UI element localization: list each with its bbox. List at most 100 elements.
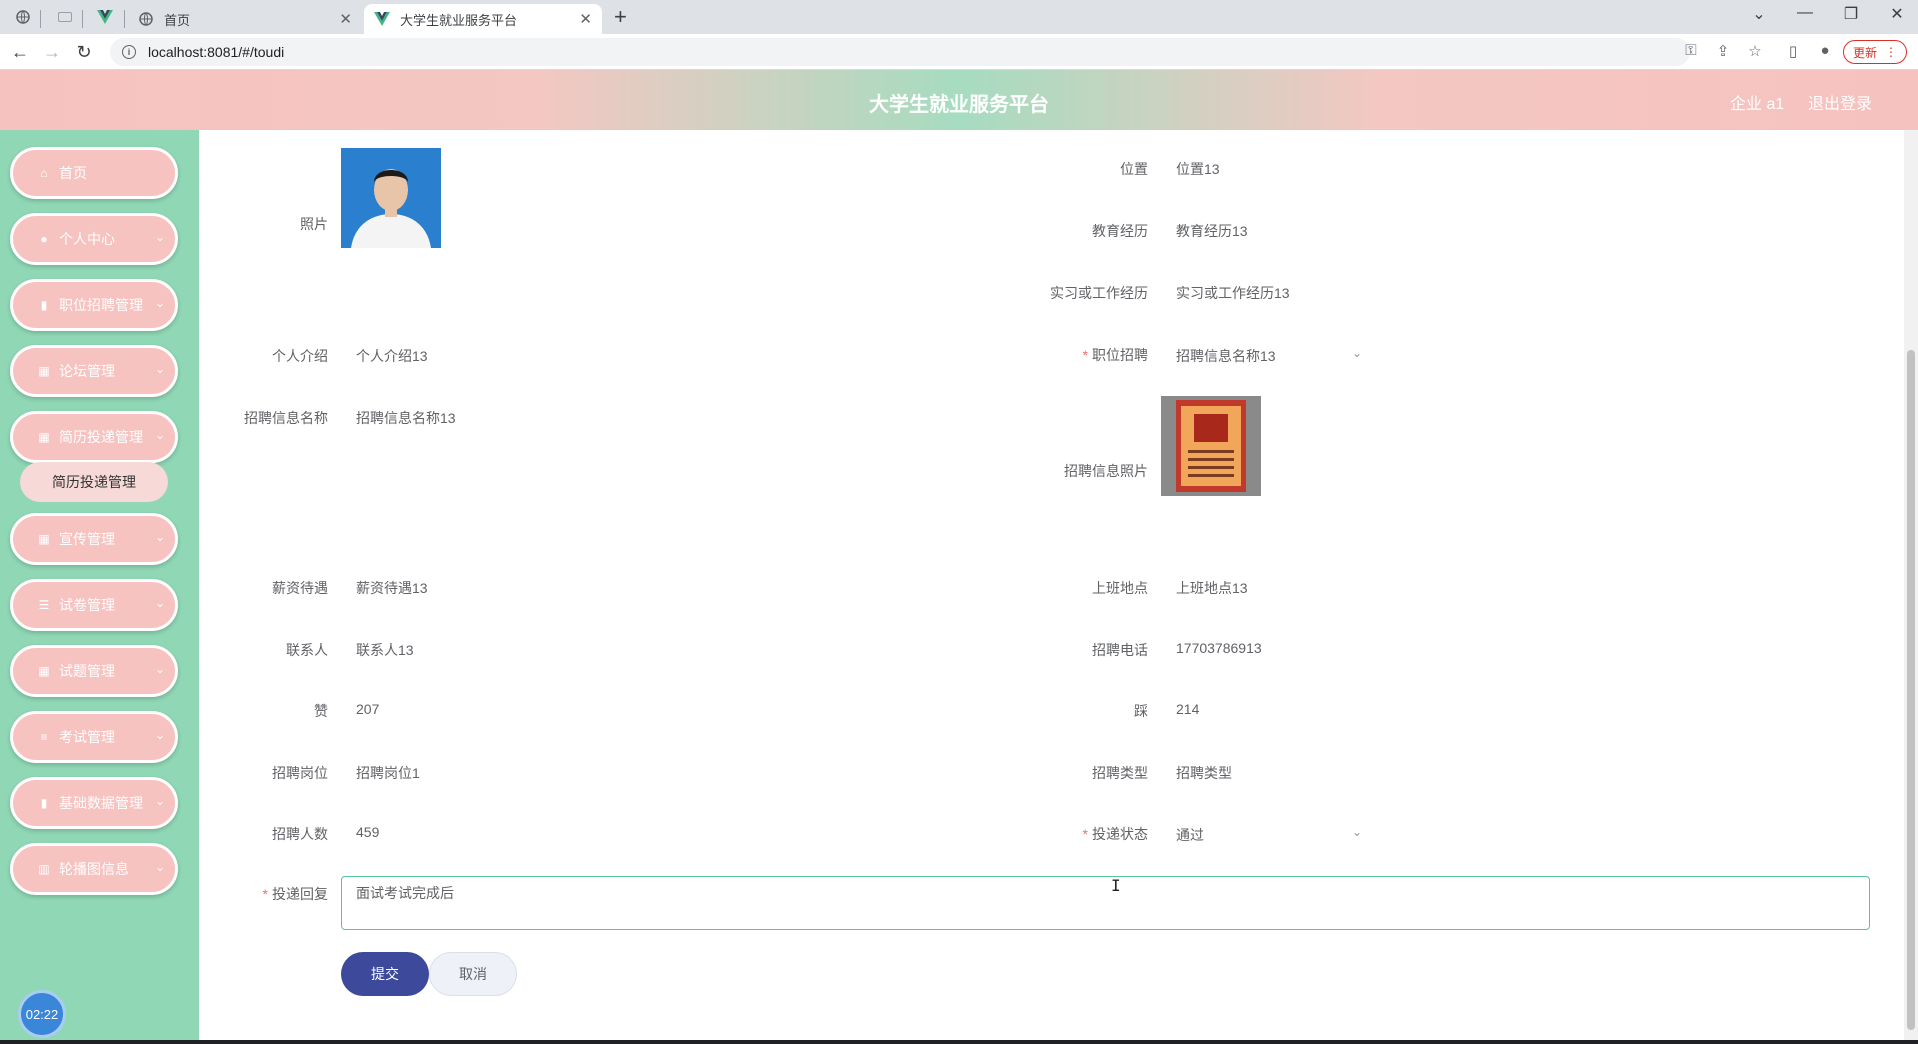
logout-link[interactable]: 退出登录 (1808, 90, 1872, 114)
job-select[interactable]: 招聘信息名称13 (1176, 346, 1276, 366)
phone-value: 17703786913 (1176, 640, 1262, 656)
browser-toolbar: ← → ↻ i localhost:8081/#/toudi ⚿ ⇪ ☆ ▯ ●… (0, 34, 1918, 70)
pinned-tab-vue[interactable] (92, 6, 118, 28)
count-label: 招聘人数 (272, 826, 328, 842)
close-icon[interactable]: ✕ (579, 10, 592, 28)
info-icon[interactable]: i (122, 45, 136, 59)
chevron-down-icon: ⌄ (154, 530, 165, 544)
key-icon[interactable]: ⚿ (1680, 42, 1702, 59)
applicant-photo[interactable] (341, 148, 441, 248)
position-label: 位置 (1120, 161, 1148, 177)
likes-label: 赞 (314, 703, 328, 719)
grid-icon: ▦ (38, 364, 50, 378)
clock-badge: 02:22 (18, 990, 66, 1038)
reload-icon[interactable]: ↻ (72, 40, 96, 64)
chevron-down-icon: ⌄ (154, 230, 165, 244)
vue-icon (97, 10, 113, 24)
sidebar-item-home[interactable]: ⌂ 首页 (10, 147, 178, 199)
chevron-down-icon: ⌄ (154, 662, 165, 676)
recruitment-poster-icon (1176, 400, 1246, 492)
sidebar-item-label: 轮播图信息 (59, 861, 129, 877)
globe-icon (16, 10, 30, 24)
share-icon[interactable]: ⇪ (1712, 42, 1734, 60)
intro-label: 个人介绍 (272, 348, 328, 364)
phone-label: 招聘电话 (1092, 642, 1148, 658)
cancel-button[interactable]: 取消 (429, 952, 517, 996)
workplace-label: 上班地点 (1092, 580, 1148, 596)
sidebar-item-promotion[interactable]: ▦ 宣传管理 ⌄ (10, 513, 178, 565)
sidebar-item-base-data[interactable]: ▮ 基础数据管理 ⌄ (10, 777, 178, 829)
chevron-down-icon[interactable]: ⌄ (1352, 346, 1362, 360)
tab-label: 首页 (164, 12, 191, 28)
salary-value: 薪资待遇13 (356, 580, 428, 596)
new-tab-button[interactable]: + (614, 6, 627, 28)
sidebar-item-personal-center[interactable]: ● 个人中心 ⌄ (10, 213, 178, 265)
address-bar[interactable]: i localhost:8081/#/toudi (110, 38, 1690, 66)
taskbar-edge (0, 1040, 1918, 1044)
job-label: * 职位招聘 (1008, 345, 1148, 365)
close-icon[interactable]: ✕ (339, 10, 352, 28)
chevron-down-icon: ⌄ (154, 296, 165, 310)
chevron-down-icon: ⌄ (154, 794, 165, 808)
sidebar-item-label: 试卷管理 (59, 597, 115, 613)
sidebar-item-questions[interactable]: ▦ 试题管理 ⌄ (10, 645, 178, 697)
current-user: 企业 a1 (1730, 96, 1785, 113)
tab-home[interactable]: 首页 ✕ (128, 4, 362, 34)
chevron-down-icon: ⌄ (154, 596, 165, 610)
sidebar-item-job-recruitment[interactable]: ▮ 职位招聘管理 ⌄ (10, 279, 178, 331)
forward-icon[interactable]: → (40, 40, 64, 64)
pinned-tab-globe[interactable] (10, 6, 36, 28)
profile-icon[interactable]: ● (1814, 42, 1836, 59)
update-button[interactable]: 更新 ⋮ (1843, 40, 1907, 64)
sidebar-item-exams[interactable]: ≡ 考试管理 ⌄ (10, 711, 178, 763)
chart-icon: ▥ (38, 862, 50, 876)
contact-value: 联系人13 (356, 642, 414, 658)
chevron-down-icon[interactable]: ⌄ (1744, 4, 1774, 24)
restore-icon[interactable]: ❐ (1836, 4, 1866, 24)
status-label-text: 投递状态 (1092, 826, 1148, 842)
more-icon: ⋮ (1885, 45, 1897, 59)
sidebar-item-carousel[interactable]: ▥ 轮播图信息 ⌄ (10, 843, 178, 895)
sidebar-item-resume-delivery[interactable]: ▦ 简历投递管理 ⌄ (10, 411, 178, 463)
status-select[interactable]: 通过 (1176, 825, 1204, 845)
back-icon[interactable]: ← (8, 40, 32, 64)
chevron-down-icon[interactable]: ⌄ (1352, 825, 1362, 839)
sidebar-item-label: 职位招聘管理 (59, 297, 143, 313)
scrollbar-thumb[interactable] (1907, 350, 1915, 1030)
text-cursor-icon: I (1111, 876, 1121, 895)
tab-platform[interactable]: 大学生就业服务平台 ✕ (364, 4, 602, 34)
position-value: 位置13 (1176, 161, 1220, 177)
contact-label: 联系人 (286, 642, 328, 658)
sidebar-item-label: 首页 (59, 165, 87, 181)
salary-label: 薪资待遇 (272, 580, 328, 596)
minimize-icon[interactable]: — (1790, 4, 1820, 22)
education-label: 教育经历 (1092, 223, 1148, 239)
experience-value: 实习或工作经历13 (1176, 285, 1290, 301)
chevron-down-icon: ⌄ (154, 860, 165, 874)
sidebar-item-label: 个人中心 (59, 231, 115, 247)
tab-separator (40, 10, 41, 28)
page-scrollbar[interactable] (1904, 130, 1918, 1044)
list-icon: ≡ (40, 730, 48, 744)
pinned-tab-blank[interactable] (52, 6, 78, 28)
url-text: localhost:8081/#/toudi (148, 44, 285, 60)
sidepanel-icon[interactable]: ▯ (1782, 42, 1804, 60)
recruit-poster-image[interactable] (1161, 396, 1261, 496)
clipboard-icon: ▮ (40, 298, 48, 312)
grid-icon: ▦ (38, 430, 50, 444)
type-value: 招聘类型 (1176, 765, 1232, 781)
reply-textarea[interactable]: 面试考试完成后 (341, 876, 1870, 930)
job-label-text: 职位招聘 (1092, 347, 1148, 363)
person-portrait-icon (341, 148, 441, 248)
star-icon[interactable]: ☆ (1744, 42, 1766, 60)
type-label: 招聘类型 (1092, 765, 1148, 781)
sidebar-item-forum[interactable]: ▦ 论坛管理 ⌄ (10, 345, 178, 397)
recruit-name-value: 招聘信息名称13 (356, 410, 456, 426)
submenu-item-resume-delivery[interactable]: 简历投递管理 (20, 462, 168, 502)
sidebar-item-exam-paper[interactable]: ☰ 试卷管理 ⌄ (10, 579, 178, 631)
intro-value: 个人介绍13 (356, 348, 428, 364)
tab-separator (82, 10, 83, 28)
close-window-icon[interactable]: ✕ (1882, 4, 1912, 24)
likes-value: 207 (356, 701, 380, 717)
submit-button[interactable]: 提交 (341, 952, 429, 996)
